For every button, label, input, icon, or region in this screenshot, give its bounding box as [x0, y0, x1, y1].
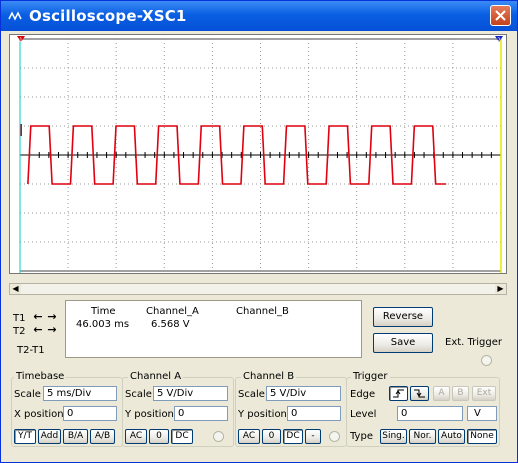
t2-left-arrow-icon[interactable]: ← [32, 324, 44, 336]
channel-a-zero-button[interactable]: 0 [149, 429, 169, 444]
trigger-level-unit[interactable]: V [467, 406, 497, 421]
trigger-auto-button[interactable]: Auto [438, 429, 465, 444]
channel-a-terminal[interactable] [213, 431, 224, 442]
channel-b-ac-button[interactable]: AC [238, 429, 260, 444]
channel-b-scale-label: Scale [238, 389, 265, 400]
channel-b-minus-button[interactable]: - [305, 429, 321, 444]
channel-a-title: Channel A [128, 371, 184, 382]
cursor-t2-number: 2 [497, 37, 501, 44]
channel-a-ypos-input[interactable]: 0 [174, 406, 228, 421]
trigger-type-label: Type [350, 431, 373, 442]
mode-ab-button[interactable]: A/B [90, 429, 115, 444]
trigger-normal-button[interactable]: Nor. [409, 429, 436, 444]
readout-header-time: Time [91, 306, 116, 317]
scroll-right-icon[interactable]: ▶ [495, 284, 506, 294]
channel-a-scale-label: Scale [125, 389, 152, 400]
falling-edge-icon [414, 389, 425, 398]
save-button[interactable]: Save [373, 333, 433, 353]
t1-label: T1 [13, 313, 26, 324]
measurement-readout: Time Channel_A Channel_B 46.003 ms 6.568… [65, 300, 362, 358]
oscilloscope-window: Oscilloscope-XSC1 1 2 ◀ ▶ T1 ← → T2 ← → … [0, 0, 518, 463]
scroll-left-icon[interactable]: ◀ [10, 284, 21, 294]
horizontal-scrollbar[interactable]: ◀ ▶ [9, 283, 507, 295]
channel-b-ypos-input[interactable]: 0 [287, 406, 341, 421]
channel-a-scale-input[interactable]: 5 V/Div [153, 386, 228, 401]
t1-left-arrow-icon[interactable]: ← [32, 311, 44, 323]
close-button[interactable] [490, 5, 511, 26]
close-icon [495, 10, 506, 21]
trigger-source-a-button[interactable]: A [433, 386, 450, 401]
timebase-scale-input[interactable]: 5 ms/Div [43, 386, 117, 401]
oscilloscope-icon [8, 11, 22, 21]
channel-b-title: Channel B [241, 371, 297, 382]
ext-trigger-terminal[interactable] [481, 355, 492, 366]
timebase-title: Timebase [14, 371, 67, 382]
title-bar[interactable]: Oscilloscope-XSC1 [1, 1, 517, 31]
trigger-level-input[interactable]: 0 [397, 406, 463, 421]
ext-trigger-label: Ext. Trigger [445, 337, 503, 348]
readout-header-channel-a: Channel_A [146, 306, 199, 317]
channel-b-scale-input[interactable]: 5 V/Div [266, 386, 341, 401]
mode-add-button[interactable]: Add [38, 429, 61, 444]
mode-ba-button[interactable]: B/A [63, 429, 88, 444]
t2-label: T2 [13, 326, 26, 337]
trigger-none-button[interactable]: None [467, 429, 497, 444]
readout-t1-channel-a: 6.568 V [151, 319, 190, 330]
channel-b-zero-button[interactable]: 0 [262, 429, 281, 444]
channel-b-ypos-label: Y position [238, 409, 287, 420]
trigger-level-label: Level [350, 409, 377, 420]
scope-grid [19, 38, 502, 272]
t2-t1-label: T2-T1 [17, 345, 45, 356]
mode-yt-button[interactable]: Y/T [14, 429, 36, 444]
channel-a-trace [20, 124, 447, 185]
trigger-title: Trigger [351, 371, 390, 382]
scope-display: 1 2 [17, 36, 503, 273]
t1-right-arrow-icon[interactable]: → [46, 311, 58, 323]
channel-a-dc-button[interactable]: DC [171, 429, 193, 444]
timebase-xpos-input[interactable]: 0 [63, 406, 117, 421]
trigger-source-ext-button[interactable]: Ext [472, 386, 496, 401]
reverse-button[interactable]: Reverse [373, 307, 433, 327]
trigger-single-button[interactable]: Sing. [380, 429, 407, 444]
channel-a-ypos-label: Y position [125, 409, 174, 420]
rising-edge-button[interactable] [389, 386, 408, 401]
readout-t1-time: 46.003 ms [76, 319, 130, 330]
falling-edge-button[interactable] [410, 386, 429, 401]
timebase-xpos-label: X position [14, 409, 64, 420]
timebase-scale-label: Scale [14, 389, 41, 400]
rising-edge-icon [393, 389, 404, 398]
t2-right-arrow-icon[interactable]: → [46, 324, 58, 336]
readout-header-channel-b: Channel_B [236, 306, 289, 317]
scope-screen[interactable]: 1 2 [9, 34, 507, 274]
window-title: Oscilloscope-XSC1 [29, 7, 187, 25]
cursor-t1-number: 1 [19, 37, 23, 44]
channel-b-terminal[interactable] [329, 431, 340, 442]
channel-a-ac-button[interactable]: AC [125, 429, 147, 444]
trigger-edge-label: Edge [350, 389, 376, 400]
trigger-source-b-button[interactable]: B [452, 386, 469, 401]
channel-b-dc-button[interactable]: DC [283, 429, 303, 444]
